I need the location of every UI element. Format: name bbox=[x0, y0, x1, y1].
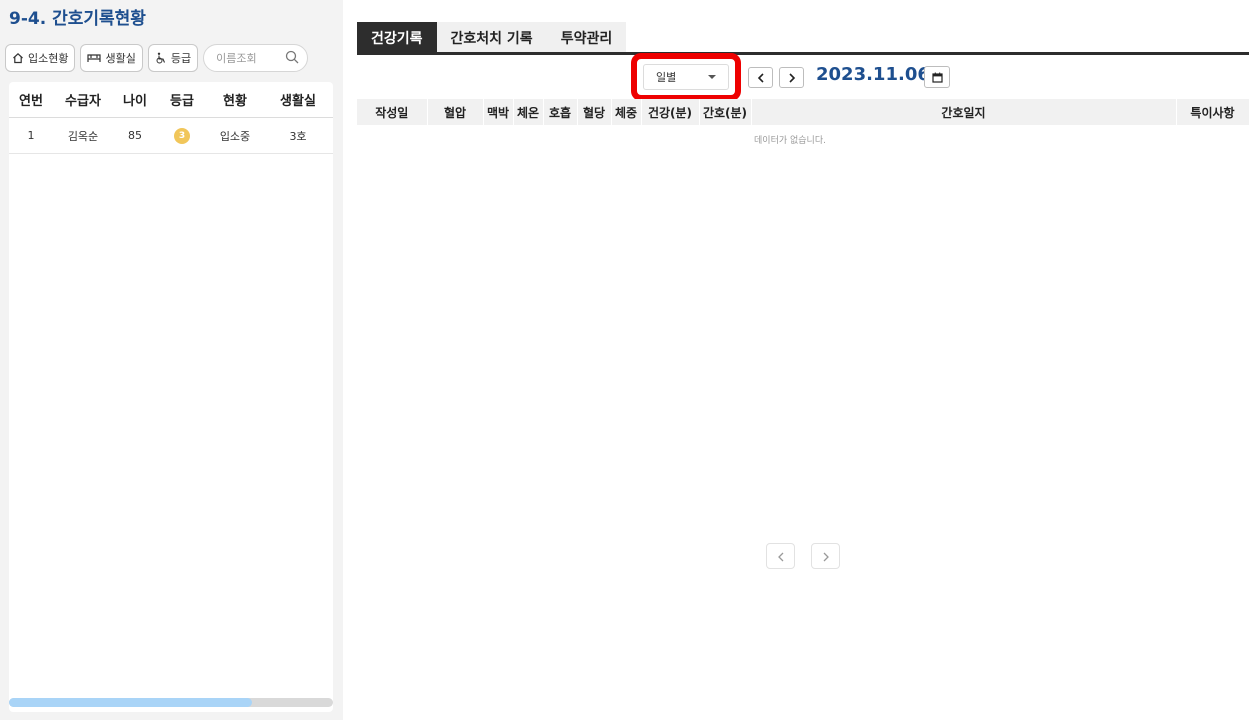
row-status: 입소중 bbox=[219, 129, 251, 143]
col-blood-pressure[interactable]: 혈압 bbox=[427, 99, 484, 125]
scrollbar-thumb[interactable] bbox=[9, 698, 252, 707]
col-respiration[interactable]: 호흡 bbox=[543, 99, 578, 125]
chevron-right-icon bbox=[822, 547, 830, 566]
current-date: 2023.11.06 bbox=[816, 64, 930, 85]
row-no: 1 bbox=[27, 129, 35, 142]
col-written-date[interactable]: 작성일 bbox=[357, 99, 428, 125]
column-header-status[interactable]: 현황 bbox=[207, 90, 263, 109]
column-header-age[interactable]: 나이 bbox=[113, 90, 157, 109]
tab-medication[interactable]: 투약관리 bbox=[547, 22, 627, 53]
column-header-grade[interactable]: 등급 bbox=[157, 90, 207, 109]
col-nursing-minutes[interactable]: 간호(분) bbox=[699, 99, 752, 125]
tab-divider bbox=[357, 52, 1249, 55]
next-page-button[interactable] bbox=[811, 543, 840, 569]
period-select[interactable]: 일별 bbox=[643, 64, 729, 90]
record-tabs: 건강기록 간호처치 기록 투약관리 bbox=[357, 22, 627, 53]
empty-message-text: 데이터가 없습니다. bbox=[754, 136, 826, 146]
health-record-header-row: 작성일 혈압 맥박 체온 호흡 혈당 체중 건강(분) 간호(분) 간호일지 특… bbox=[357, 99, 1249, 125]
caret-down-icon bbox=[708, 75, 716, 79]
prev-page-button[interactable] bbox=[766, 543, 795, 569]
column-header-name[interactable]: 수급자 bbox=[53, 90, 113, 109]
column-header-room[interactable]: 생활실 bbox=[263, 90, 333, 109]
period-select-value: 일별 bbox=[656, 71, 677, 84]
col-remarks[interactable]: 특이사항 bbox=[1176, 99, 1249, 125]
recipient-list: 연번 수급자 나이 등급 현황 생활실 1 김옥순 85 3 입소중 3호 bbox=[9, 82, 333, 712]
prev-date-button[interactable] bbox=[748, 67, 773, 88]
col-blood-sugar[interactable]: 혈당 bbox=[577, 99, 612, 125]
left-panel: 9-4. 간호기록현황 입소현황 생활실 등급 이름조회 연번 수급자 나이 등… bbox=[0, 0, 343, 720]
horizontal-scrollbar[interactable] bbox=[9, 698, 333, 707]
col-weight[interactable]: 체중 bbox=[611, 99, 642, 125]
calendar-icon bbox=[931, 68, 943, 87]
column-header-no[interactable]: 연번 bbox=[9, 90, 53, 109]
chevron-right-icon bbox=[788, 68, 796, 87]
calendar-button[interactable] bbox=[924, 66, 950, 88]
next-date-button[interactable] bbox=[779, 67, 804, 88]
row-grade: 3 bbox=[157, 127, 207, 144]
col-temperature[interactable]: 체온 bbox=[513, 99, 544, 125]
tab-health-record[interactable]: 건강기록 bbox=[357, 22, 437, 53]
row-room: 3호 bbox=[289, 129, 307, 143]
row-age: 85 bbox=[128, 129, 142, 142]
row-name: 김옥순 bbox=[67, 129, 99, 143]
col-pulse[interactable]: 맥박 bbox=[483, 99, 514, 125]
health-record-table: 작성일 혈압 맥박 체온 호흡 혈당 체중 건강(분) 간호(분) 간호일지 특… bbox=[357, 99, 1249, 125]
chevron-left-icon bbox=[757, 68, 765, 87]
tab-nursing-treatment[interactable]: 간호처치 기록 bbox=[437, 22, 547, 53]
col-nursing-journal[interactable]: 간호일지 bbox=[751, 99, 1177, 125]
table-row[interactable]: 1 김옥순 85 3 입소중 3호 bbox=[9, 118, 333, 154]
grade-badge: 3 bbox=[174, 127, 190, 144]
date-toolbar: 일별 2023.11.06 bbox=[0, 62, 1249, 92]
page-title: 9-4. 간호기록현황 bbox=[9, 9, 146, 29]
col-health-minutes[interactable]: 건강(분) bbox=[641, 99, 700, 125]
chevron-left-icon bbox=[777, 547, 785, 566]
